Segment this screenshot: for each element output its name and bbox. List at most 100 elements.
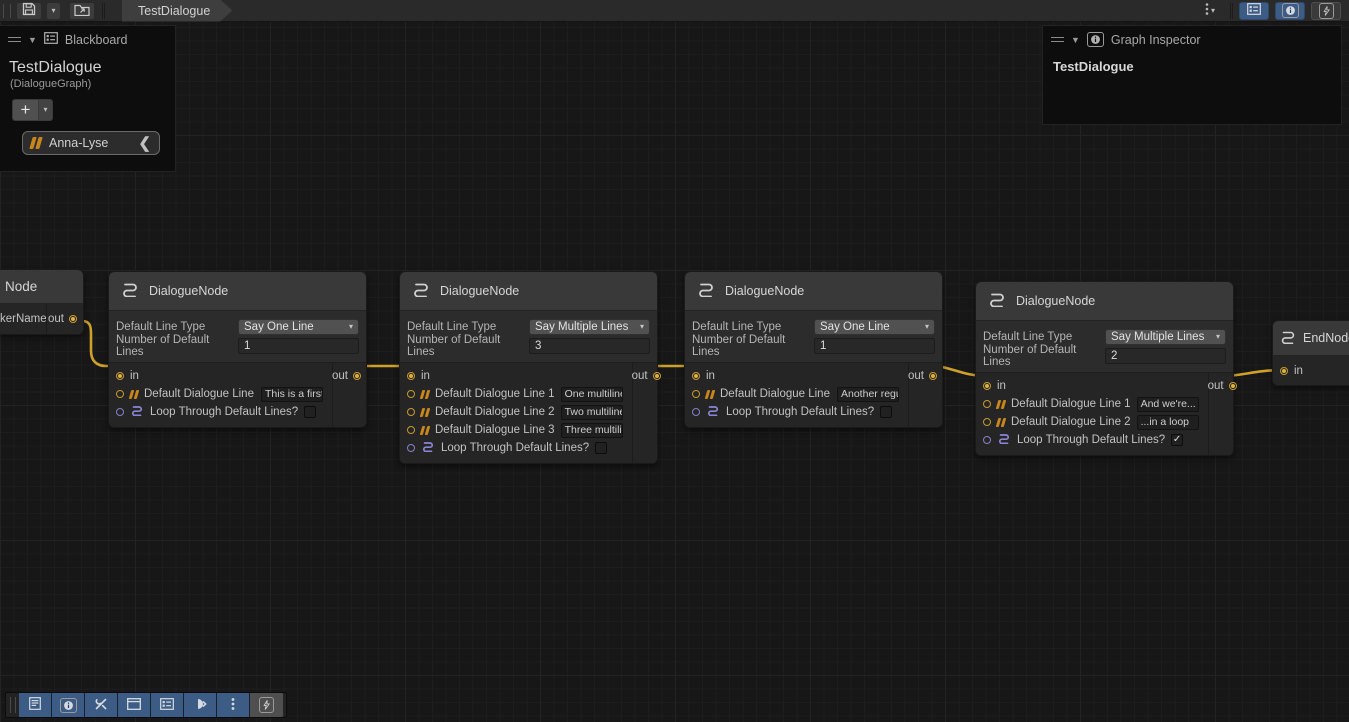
dialogue-line-port[interactable] [983, 400, 991, 408]
dialogue-line-port[interactable] [407, 408, 415, 416]
more-button[interactable] [217, 693, 250, 717]
notes-button[interactable] [19, 693, 52, 717]
open-asset-button[interactable] [69, 2, 95, 20]
in-port[interactable] [116, 372, 124, 380]
drag-handle-icon[interactable] [1051, 37, 1064, 38]
dialogue-line-port[interactable] [116, 390, 124, 398]
count-value: 2 [1111, 350, 1117, 362]
chevron-down-icon: ▾ [1216, 332, 1220, 341]
out-port[interactable] [653, 372, 661, 380]
in-port[interactable] [1280, 367, 1288, 375]
graph-inspector-header[interactable]: ▼ Graph Inspector [1043, 26, 1341, 51]
dialogue-line-icon [421, 390, 429, 399]
dialogue-node-1[interactable]: DialogueNode Default Line Type Say One L… [108, 271, 367, 428]
dialogue-line-field[interactable]: ...in a loop [1137, 415, 1199, 430]
toggle-preview-button[interactable] [1311, 2, 1341, 20]
graph-tab[interactable]: TestDialogue [122, 0, 232, 22]
loop-port[interactable] [692, 408, 700, 416]
node-title-label: DialogueNode [149, 284, 228, 298]
dialogue-line-field[interactable]: Three multilin [561, 423, 623, 438]
dialogue-line-port[interactable] [407, 426, 415, 434]
dialogue-line-field[interactable]: And we're... [1137, 397, 1199, 412]
tools-button[interactable] [85, 693, 118, 717]
line-type-value: Say Multiple Lines [1111, 331, 1204, 343]
end-node[interactable]: EndNode in [1272, 320, 1349, 386]
line-type-dropdown[interactable]: Say One Line ▾ [814, 319, 935, 335]
line-type-dropdown[interactable]: Say One Line ▾ [238, 319, 359, 335]
dialogue-line-label: Default Dialogue Line 3 [435, 424, 555, 436]
in-port[interactable] [407, 372, 415, 380]
dialogue-node-icon [411, 282, 431, 300]
count-value: 3 [535, 340, 541, 352]
save-button[interactable] [16, 2, 42, 20]
in-port[interactable] [983, 382, 991, 390]
dialogue-node-2[interactable]: DialogueNode Default Line Type Say Multi… [399, 271, 658, 464]
count-field[interactable]: 1 [814, 338, 935, 354]
overflow-menu-button[interactable]: ▾ [1197, 2, 1223, 20]
line-type-label: Default Line Type [692, 321, 814, 333]
count-field[interactable]: 1 [238, 338, 359, 354]
count-field[interactable]: 3 [529, 338, 650, 354]
dialogue-line-port[interactable] [407, 390, 415, 398]
chevron-down-icon: ▾ [43, 106, 47, 114]
loop-checkbox[interactable] [595, 442, 607, 454]
shortcuts-button[interactable] [250, 693, 283, 717]
blackboard-button[interactable] [151, 693, 184, 717]
top-toolbar: ▾ TestDialogue ▾ [0, 0, 1349, 22]
collapse-arrow-icon[interactable]: ▼ [28, 35, 37, 45]
info-icon [60, 698, 77, 713]
dialogue-node-3[interactable]: DialogueNode Default Line Type Say One L… [684, 271, 943, 428]
dialogue-line-port[interactable] [692, 390, 700, 398]
dialogue-line-field[interactable]: One multiline [561, 387, 623, 402]
toggle-blackboard-button[interactable] [1239, 2, 1269, 20]
dialogue-line-field[interactable]: Another regu [837, 387, 899, 402]
add-property-button[interactable]: + [12, 99, 39, 121]
line-type-dropdown[interactable]: Say Multiple Lines ▾ [529, 319, 650, 335]
out-port[interactable] [929, 372, 937, 380]
loop-port[interactable] [983, 436, 991, 444]
dialogue-line-value: Two multiline [565, 406, 623, 418]
count-label: Number of Default Lines [407, 334, 529, 358]
dialogue-line-label: Default Dialogue Line 2 [1011, 416, 1131, 428]
start-node[interactable]: Node kerName out [0, 269, 84, 335]
loop-icon [130, 405, 144, 419]
loop-checkbox[interactable]: ✓ [1171, 434, 1183, 446]
dialogue-line-value: Three multilin [565, 424, 623, 436]
loop-port[interactable] [407, 444, 415, 452]
start-node-title: Node [5, 279, 37, 294]
loop-label: Loop Through Default Lines? [441, 442, 589, 454]
dialogue-line-value: Another regu [841, 388, 899, 400]
dialogue-line-field[interactable]: This is a first [261, 387, 323, 402]
out-port[interactable] [69, 315, 77, 323]
toolbar-separator [1230, 3, 1231, 19]
loop-port[interactable] [116, 408, 124, 416]
out-port[interactable] [1229, 382, 1237, 390]
dialogue-line-field[interactable]: Two multiline [561, 405, 623, 420]
collapse-arrow-icon[interactable]: ▼ [1071, 35, 1080, 45]
toolbar-drag-handle[interactable] [3, 4, 11, 18]
preview-button[interactable] [184, 693, 217, 717]
toolbar-drag-handle[interactable] [10, 697, 16, 713]
dialogue-line-port[interactable] [983, 418, 991, 426]
chevron-left-icon[interactable]: ❮ [138, 136, 151, 151]
dialogue-node-4[interactable]: DialogueNode Default Line Type Say Multi… [975, 281, 1234, 456]
line-type-dropdown[interactable]: Say Multiple Lines ▾ [1105, 329, 1226, 345]
count-field[interactable]: 2 [1105, 348, 1226, 364]
drag-handle-icon[interactable] [8, 37, 21, 38]
blackboard-property-anna-lyse[interactable]: Anna-Lyse ❮ [22, 131, 160, 155]
in-port[interactable] [692, 372, 700, 380]
add-property-dropdown-button[interactable]: ▾ [39, 99, 53, 121]
chevron-down-icon: ▾ [925, 322, 929, 331]
blackboard-header[interactable]: ▼ Blackboard [0, 26, 175, 51]
blackboard-panel: ▼ Blackboard TestDialogue (DialogueGraph… [0, 25, 176, 172]
in-port-label: in [997, 380, 1006, 392]
loop-checkbox[interactable] [304, 406, 316, 418]
loop-checkbox[interactable] [880, 406, 892, 418]
window-button[interactable] [118, 693, 151, 717]
in-port-label: in [1294, 365, 1303, 377]
loop-icon [421, 441, 435, 455]
toggle-inspector-button[interactable] [1275, 2, 1305, 20]
save-options-button[interactable]: ▾ [46, 2, 61, 20]
out-port[interactable] [353, 372, 361, 380]
inspector-button[interactable] [52, 693, 85, 717]
